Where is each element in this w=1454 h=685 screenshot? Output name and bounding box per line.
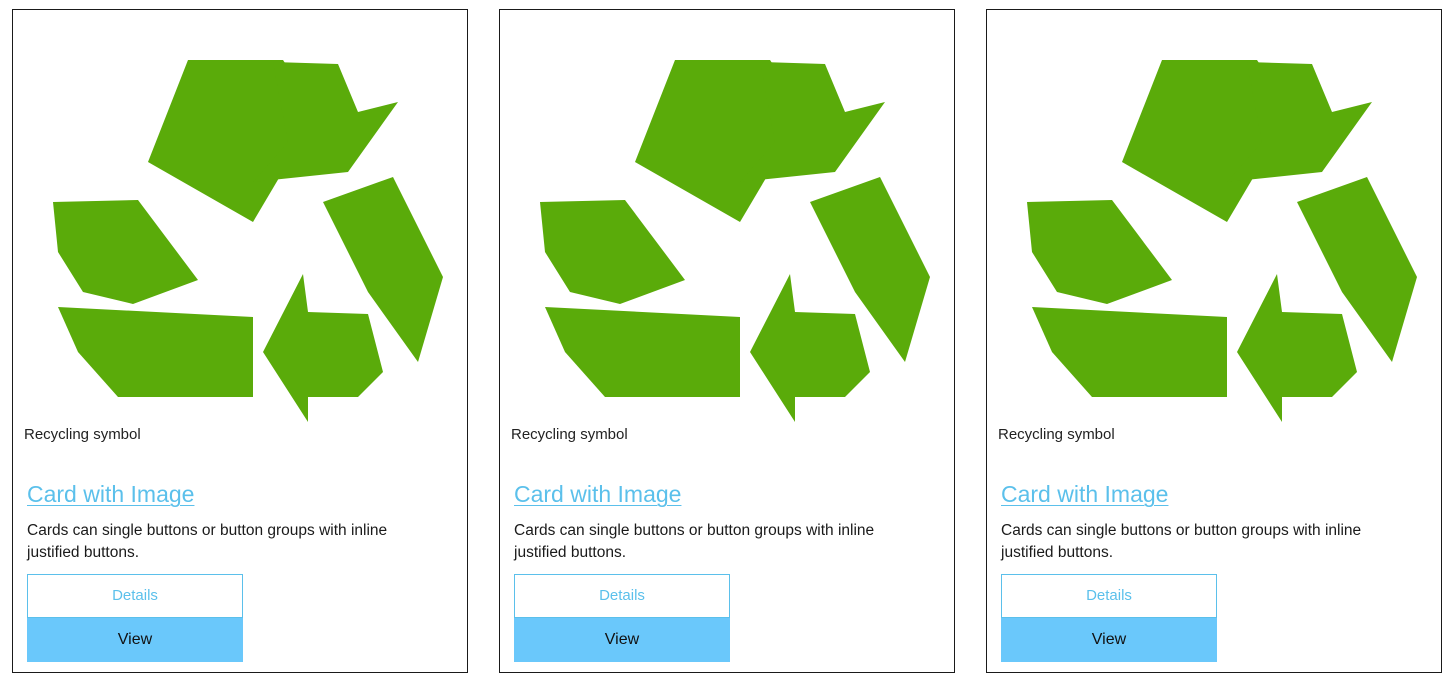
card: Recycling symbol Card with Image Cards c… (986, 9, 1442, 673)
card: Recycling symbol Card with Image Cards c… (499, 9, 955, 673)
details-button[interactable]: Details (514, 574, 730, 618)
recycling-symbol-icon (1012, 42, 1422, 442)
image-caption: Recycling symbol (24, 426, 141, 443)
image-caption: Recycling symbol (998, 426, 1115, 443)
image-caption: Recycling symbol (511, 426, 628, 443)
details-button[interactable]: Details (1001, 574, 1217, 618)
recycling-symbol-icon (525, 42, 935, 442)
recycling-symbol-graphic (53, 60, 443, 422)
card-text: Cards can single buttons or button group… (27, 522, 388, 561)
card-title-link[interactable]: Card with Image (514, 481, 681, 508)
card-text: Cards can single buttons or button group… (1001, 522, 1362, 561)
button-group: Details View (27, 574, 243, 662)
card-text: Cards can single buttons or button group… (514, 522, 875, 561)
button-group: Details View (1001, 574, 1217, 662)
recycling-symbol-graphic (1027, 60, 1417, 422)
card-title-link[interactable]: Card with Image (1001, 481, 1168, 508)
view-button[interactable]: View (514, 618, 730, 662)
view-button[interactable]: View (27, 618, 243, 662)
card-title-link[interactable]: Card with Image (27, 481, 194, 508)
button-group: Details View (514, 574, 730, 662)
recycling-symbol-icon (38, 42, 448, 442)
details-button[interactable]: Details (27, 574, 243, 618)
card: Recycling symbol Card with Image Cards c… (12, 9, 468, 673)
view-button[interactable]: View (1001, 618, 1217, 662)
recycling-symbol-graphic (540, 60, 930, 422)
